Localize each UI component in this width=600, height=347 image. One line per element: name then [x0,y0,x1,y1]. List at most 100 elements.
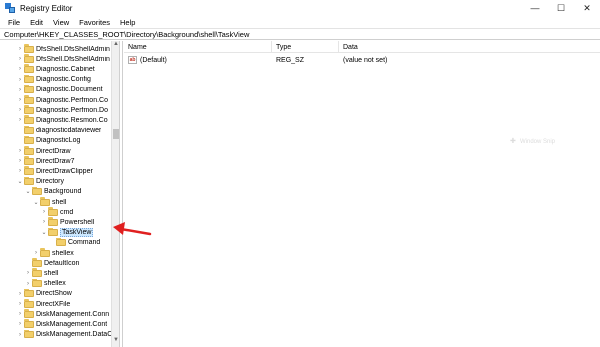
folder-icon [24,309,34,318]
tree-item[interactable]: › Diagnostic.Perfmon.Co [0,95,112,105]
expand-chevron-icon[interactable]: › [16,44,24,54]
tree-item[interactable]: › DfsShell.DfsShellAdmin [0,44,112,54]
registry-values-list[interactable]: Name Type Data ab (Default) REG_SZ (valu… [124,41,600,347]
tree-item[interactable]: › DfsShell.DfsShellAdmin [0,54,112,64]
menu-help[interactable]: Help [115,18,140,27]
scroll-thumb[interactable] [113,129,119,139]
expand-chevron-icon[interactable]: › [16,330,24,340]
tree-item[interactable]: ⌄ Directory [0,176,112,187]
address-bar[interactable]: Computer\HKEY_CLASSES_ROOT\Directory\Bac… [0,28,600,40]
watermark-text: Window Snip [520,139,556,145]
window-snip-watermark: ✚ Window Snip [510,137,580,147]
expand-chevron-icon[interactable]: › [24,279,32,289]
tree-item[interactable]: › DirectShow [0,288,112,299]
expand-chevron-icon[interactable]: › [16,166,24,176]
expand-chevron-icon[interactable]: › [16,95,24,105]
tree-item-label: DirectDraw [36,147,71,155]
tree-item[interactable]: › Powershell [0,217,112,227]
expand-chevron-icon[interactable]: › [24,268,32,278]
tree-item[interactable]: › DiskManagement.DataO [0,329,112,340]
tree-item[interactable]: ⌄ TaskView [0,227,112,238]
folder-icon [24,115,34,124]
tree-item[interactable]: › DirectDrawClipper [0,166,112,176]
menu-file[interactable]: File [3,18,25,27]
tree-item[interactable]: › DiskManagement.Cont [0,319,112,329]
expand-chevron-icon[interactable]: › [32,248,40,258]
tree-vertical-scrollbar[interactable]: ▲ ▼ [111,41,119,347]
column-header-type[interactable]: Type [272,41,339,53]
value-name: (Default) [140,56,167,64]
tree-item[interactable]: › Diagnostic.Perfmon.Do [0,105,112,115]
tree-item[interactable]: › Diagnostic.Config [0,74,112,85]
tree-item[interactable]: DefaultIcon [0,258,112,268]
tree-item[interactable]: › Diagnostic.Cabinet [0,64,112,74]
expand-chevron-icon[interactable]: › [40,217,48,227]
expand-chevron-icon[interactable]: › [16,75,24,85]
folder-icon [24,176,34,186]
expand-chevron-icon[interactable]: › [16,115,24,125]
menu-favorites[interactable]: Favorites [74,18,115,27]
tree-item-label: shell [52,198,67,206]
tree-item-label: DirectDraw7 [36,157,75,165]
maximize-button[interactable]: ☐ [548,0,574,16]
expand-chevron-icon[interactable]: › [16,146,24,156]
folder-icon [24,299,34,308]
tree-item-label: Directory [36,178,65,186]
no-expander [48,238,56,248]
expand-chevron-icon[interactable]: › [16,156,24,166]
menu-edit[interactable]: Edit [25,18,48,27]
tree-item[interactable]: › DirectXFile [0,299,112,309]
expand-chevron-icon[interactable]: › [16,289,24,299]
tree-item[interactable]: › Diagnostic.Resmon.Co [0,115,112,125]
value-type: REG_SZ [276,56,305,64]
scroll-up-arrow-icon[interactable]: ▲ [112,41,119,51]
tree-item[interactable]: diagnosticdataviewer [0,125,112,136]
tree-item[interactable]: › DiskManagement.Conn [0,309,112,319]
tree-item[interactable]: › DirectDraw7 [0,156,112,166]
tree-item-label: Diagnostic.Perfmon.Do [36,106,108,114]
folder-icon [24,105,34,114]
folder-icon [24,74,34,84]
pane-splitter[interactable] [120,41,123,347]
tree-item-label: DirectDrawClipper [36,167,93,175]
no-expander [16,136,24,146]
tree-item[interactable]: ⌄ shell [0,197,112,207]
tree-item[interactable]: ⌄ Background [0,186,112,197]
menu-view[interactable]: View [48,18,74,27]
tree-item[interactable]: › cmd [0,207,112,217]
tree-item-label: diagnosticdataviewer [36,127,102,135]
expand-chevron-icon[interactable]: › [16,85,24,95]
collapse-chevron-icon[interactable]: ⌄ [32,197,40,207]
list-item[interactable]: ab (Default) REG_SZ (value not set) [124,55,600,65]
minimize-button[interactable]: — [522,0,548,16]
tree-item[interactable]: Command [0,237,112,248]
registry-editor-icon [5,3,15,13]
tree-item[interactable]: › shellex [0,248,112,258]
tree-item-label: DefaultIcon [44,259,80,267]
value-data: (value not set) [343,56,388,64]
expand-chevron-icon[interactable]: › [16,309,24,319]
close-button[interactable]: ✕ [574,0,600,16]
collapse-chevron-icon[interactable]: ⌄ [24,187,32,197]
expand-chevron-icon[interactable]: › [16,64,24,74]
expand-chevron-icon[interactable]: › [16,319,24,329]
expand-chevron-icon[interactable]: › [40,207,48,217]
expand-chevron-icon[interactable]: › [16,299,24,309]
expand-chevron-icon[interactable]: › [16,54,24,64]
tree-item[interactable]: › Diagnostic.Document [0,84,112,95]
registry-key-tree[interactable]: › DfsShell.DfsShellAdmin › DfsShell.DfsShel… [0,41,120,347]
expand-chevron-icon[interactable]: › [16,105,24,115]
tree-item[interactable]: › DirectDraw [0,146,112,156]
tree-item-label: DiskManagement.Cont [36,320,108,328]
collapse-chevron-icon[interactable]: ⌄ [16,177,24,187]
scroll-down-arrow-icon[interactable]: ▼ [112,337,119,347]
tree-item-label: shellex [52,249,74,257]
column-header-name[interactable]: Name [124,41,272,53]
column-header-data[interactable]: Data [339,41,599,53]
tree-item[interactable]: › shellex [0,278,112,289]
tree-item[interactable]: DiagnosticLog [0,135,112,146]
tree-item-label: TaskView [60,228,94,238]
folder-icon [24,95,34,104]
tree-item[interactable]: › shell [0,268,112,278]
collapse-chevron-icon[interactable]: ⌄ [40,228,48,238]
